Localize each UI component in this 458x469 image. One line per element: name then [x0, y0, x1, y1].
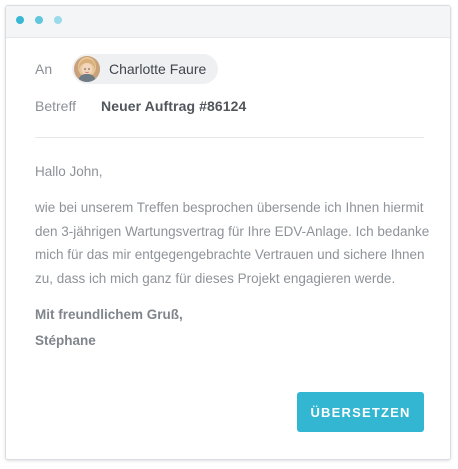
recipient-row: An Charlotte Faure: [35, 53, 219, 85]
sender-name: Stéphane: [35, 332, 96, 348]
subject-value[interactable]: Neuer Auftrag #86124: [101, 98, 246, 114]
window-titlebar: [6, 6, 450, 38]
to-label: An: [35, 61, 53, 77]
user-avatar-photo-icon: [74, 56, 100, 82]
email-window: An Charlotte Faure Betreff Neuer Auftrag…: [5, 5, 451, 460]
greeting-text: Hallo John,: [35, 164, 103, 179]
header-divider: [35, 137, 424, 138]
message-body[interactable]: Hallo John, wie bei unserem Treffen besp…: [35, 160, 430, 354]
recipient-name: Charlotte Faure: [109, 61, 207, 77]
subject-row: Betreff Neuer Auftrag #86124: [35, 94, 246, 118]
avatar: [74, 56, 100, 82]
window-dot-1[interactable]: [16, 16, 24, 24]
window-dot-3[interactable]: [54, 16, 62, 24]
translate-button[interactable]: ÜBERSETZEN: [297, 392, 424, 432]
subject-label: Betreff: [35, 98, 76, 114]
window-dot-2[interactable]: [35, 16, 43, 24]
closing-text: Mit freundlichem Gruß,: [35, 306, 183, 322]
recipient-chip[interactable]: Charlotte Faure: [72, 54, 219, 84]
body-paragraph: wie bei unserem Treffen besprochen übers…: [35, 200, 430, 287]
